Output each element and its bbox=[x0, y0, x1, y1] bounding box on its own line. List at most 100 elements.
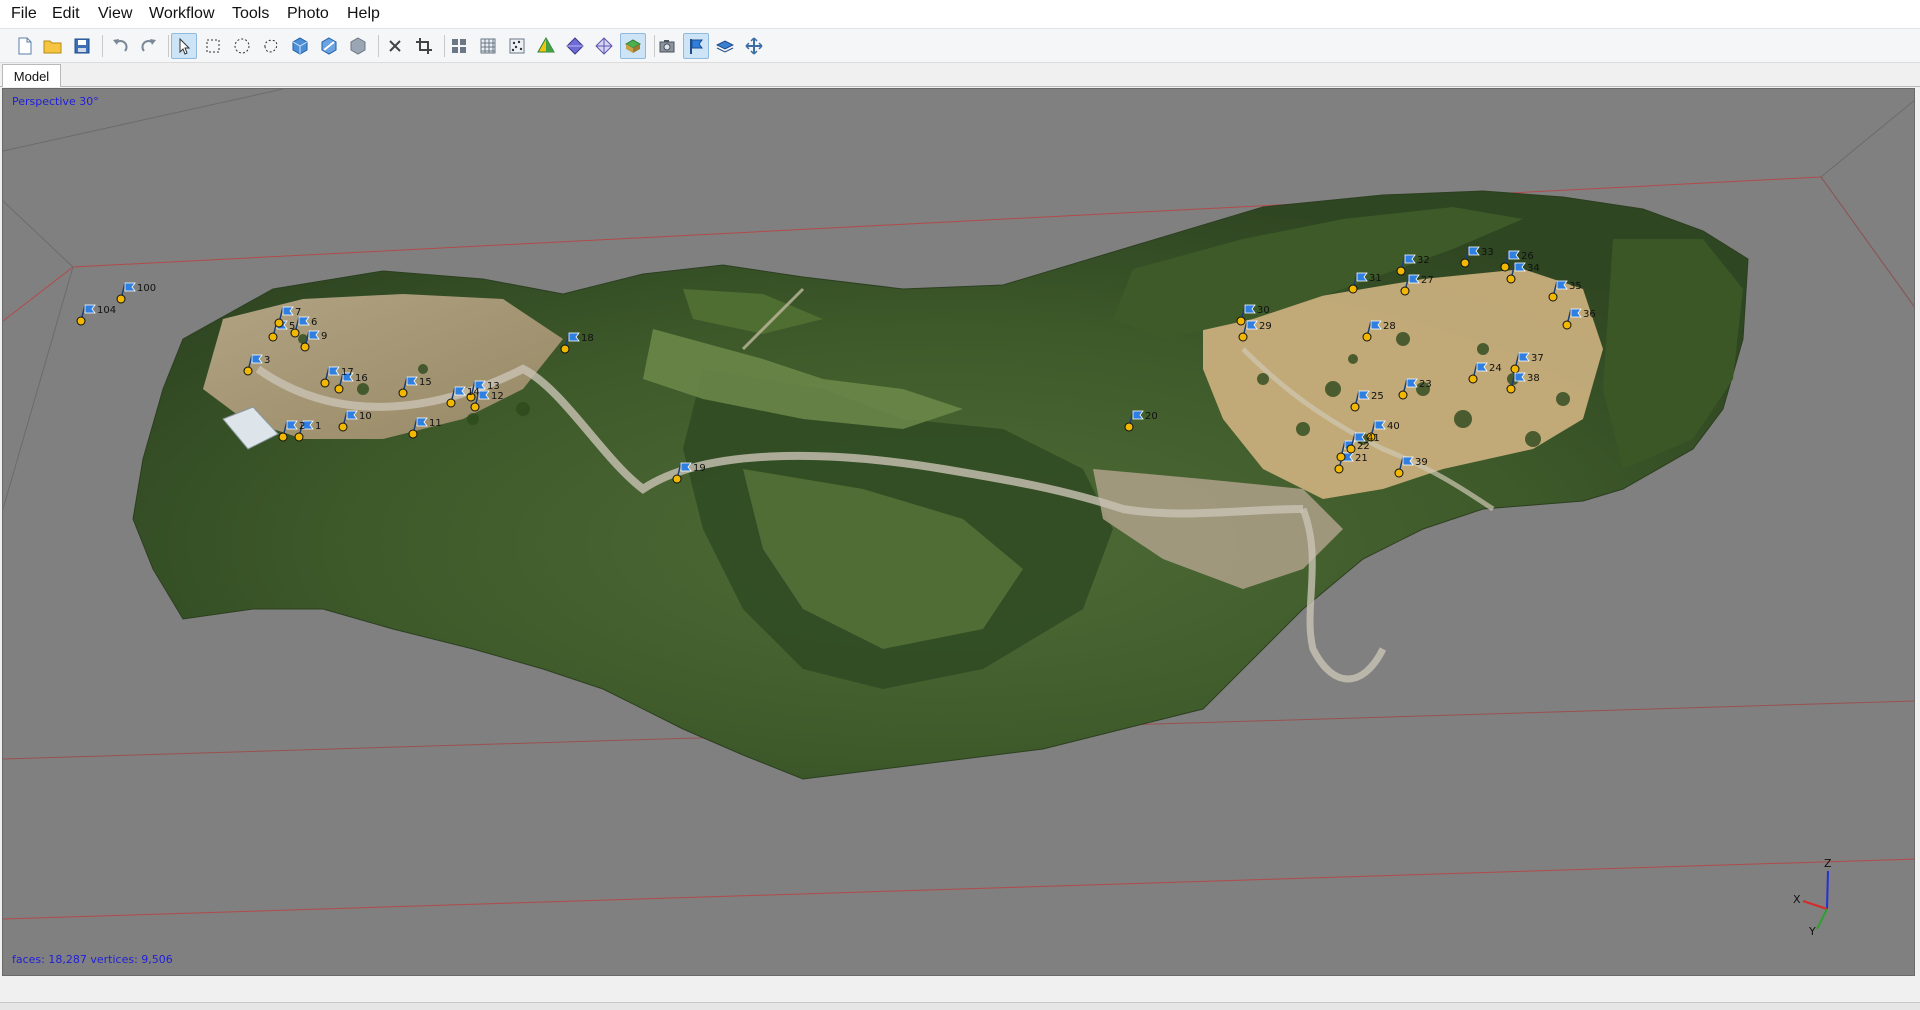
show-model-textured-icon[interactable] bbox=[620, 33, 646, 59]
marker-label: 37 bbox=[1531, 353, 1544, 364]
marker-label: 12 bbox=[491, 391, 504, 402]
marker-label: 104 bbox=[97, 305, 116, 316]
marker-point bbox=[1336, 452, 1346, 462]
rectangle-selection-icon[interactable] bbox=[200, 33, 226, 59]
navigation-arrow-icon[interactable] bbox=[171, 33, 197, 59]
marker-point bbox=[1468, 374, 1478, 384]
marker-label: 10 bbox=[359, 411, 372, 422]
marker-point bbox=[294, 432, 304, 442]
marker-point bbox=[1460, 258, 1470, 268]
toolbar-separator bbox=[102, 35, 103, 57]
marker-label: 41 bbox=[1367, 433, 1380, 444]
save-icon[interactable] bbox=[69, 33, 95, 59]
marker-label: 17 bbox=[341, 367, 354, 378]
marker-point bbox=[300, 342, 310, 352]
marker-label: 26 bbox=[1521, 251, 1534, 262]
toolbar bbox=[0, 29, 1920, 63]
marker-label: 32 bbox=[1417, 255, 1430, 266]
show-region-icon[interactable] bbox=[712, 33, 738, 59]
marker-label: 28 bbox=[1383, 321, 1396, 332]
menu-photo[interactable]: Photo bbox=[284, 5, 332, 23]
marker-point bbox=[1124, 422, 1134, 432]
menu-workflow[interactable]: Workflow bbox=[146, 5, 218, 23]
select-by-color-icon[interactable] bbox=[287, 33, 313, 59]
marker-label: 1 bbox=[315, 421, 321, 432]
tab-model[interactable]: Model bbox=[2, 64, 61, 87]
marker-point bbox=[408, 429, 418, 439]
show-cameras-icon[interactable] bbox=[446, 33, 472, 59]
marker-label: 13 bbox=[487, 381, 500, 392]
marker-point bbox=[672, 474, 682, 484]
show-model-shaded-icon[interactable] bbox=[533, 33, 559, 59]
marker-label: 6 bbox=[311, 317, 317, 328]
axis-gizmo: Z X Y bbox=[1793, 857, 1853, 938]
marker-point bbox=[1398, 390, 1408, 400]
show-model-wireframe-icon[interactable] bbox=[591, 33, 617, 59]
menu-bar: File Edit View Workflow Tools Photo Help bbox=[0, 0, 1920, 29]
new-document-icon[interactable] bbox=[11, 33, 37, 59]
marker-point bbox=[1334, 464, 1344, 474]
menu-edit[interactable]: Edit bbox=[49, 5, 83, 23]
menu-tools[interactable]: Tools bbox=[229, 5, 272, 23]
marker-label: 24 bbox=[1489, 363, 1502, 374]
marker-point bbox=[1500, 262, 1510, 272]
axis-z-label: Z bbox=[1824, 857, 1832, 870]
marker-flag-icon bbox=[84, 304, 96, 314]
marker-label: 9 bbox=[321, 331, 327, 342]
free-form-selection-icon[interactable] bbox=[258, 33, 284, 59]
marker-point bbox=[1350, 402, 1360, 412]
marker-point bbox=[116, 294, 126, 304]
model-viewport[interactable]: 104 100 1 2 3 5 6 7 9 10 11 12 13 14 15 16 17 18 19 20 21 22 2… bbox=[2, 88, 1915, 976]
marker-100[interactable]: 100 bbox=[116, 282, 156, 304]
marker-point bbox=[1238, 332, 1248, 342]
marker-point bbox=[1396, 266, 1406, 276]
marker-label: 16 bbox=[355, 373, 368, 384]
menu-file[interactable]: File bbox=[8, 5, 40, 23]
marker-point bbox=[1548, 292, 1558, 302]
marker-label: 25 bbox=[1371, 391, 1384, 402]
menu-view[interactable]: View bbox=[95, 5, 135, 23]
reset-view-icon[interactable] bbox=[741, 33, 767, 59]
marker-label: 30 bbox=[1257, 305, 1270, 316]
axis-x-label: X bbox=[1793, 893, 1801, 906]
delete-selection-icon[interactable] bbox=[382, 33, 408, 59]
open-folder-icon[interactable] bbox=[40, 33, 66, 59]
marker-label: 31 bbox=[1369, 273, 1382, 284]
show-point-cloud-icon[interactable] bbox=[504, 33, 530, 59]
show-model-solid-icon[interactable] bbox=[562, 33, 588, 59]
marker-label: 36 bbox=[1583, 309, 1596, 320]
marker-point bbox=[320, 378, 330, 388]
show-cameras-toggle-icon[interactable] bbox=[654, 33, 680, 59]
marker-label: 15 bbox=[419, 377, 432, 388]
marker-label: 35 bbox=[1569, 281, 1582, 292]
marker-label: 7 bbox=[295, 307, 301, 318]
menu-help[interactable]: Help bbox=[344, 5, 383, 23]
undo-icon[interactable] bbox=[107, 33, 133, 59]
toolbar-separator bbox=[168, 35, 169, 57]
show-markers-icon[interactable] bbox=[683, 33, 709, 59]
crop-selection-icon[interactable] bbox=[411, 33, 437, 59]
show-grid-icon[interactable] bbox=[475, 33, 501, 59]
marker-point bbox=[338, 422, 348, 432]
marker-label: 100 bbox=[137, 283, 156, 294]
status-bar bbox=[0, 1002, 1920, 1010]
marker-label: 23 bbox=[1419, 379, 1432, 390]
marker-label: 11 bbox=[429, 418, 442, 429]
marker-104[interactable]: 104 bbox=[76, 304, 116, 326]
marker-point bbox=[1506, 274, 1516, 284]
marker-point bbox=[446, 398, 456, 408]
circle-selection-icon[interactable] bbox=[229, 33, 255, 59]
redo-icon[interactable] bbox=[136, 33, 162, 59]
marker-point bbox=[1400, 286, 1410, 296]
marker-label: 33 bbox=[1481, 247, 1494, 258]
marker-point bbox=[470, 402, 480, 412]
marker-label: 39 bbox=[1415, 457, 1428, 468]
marker-point bbox=[76, 316, 86, 326]
grow-selection-icon[interactable] bbox=[316, 33, 342, 59]
marker-point bbox=[1562, 320, 1572, 330]
marker-label: 18 bbox=[581, 333, 594, 344]
marker-point bbox=[1348, 284, 1358, 294]
reset-selection-icon[interactable] bbox=[345, 33, 371, 59]
marker-label: 19 bbox=[693, 463, 706, 474]
marker-point bbox=[243, 366, 253, 376]
